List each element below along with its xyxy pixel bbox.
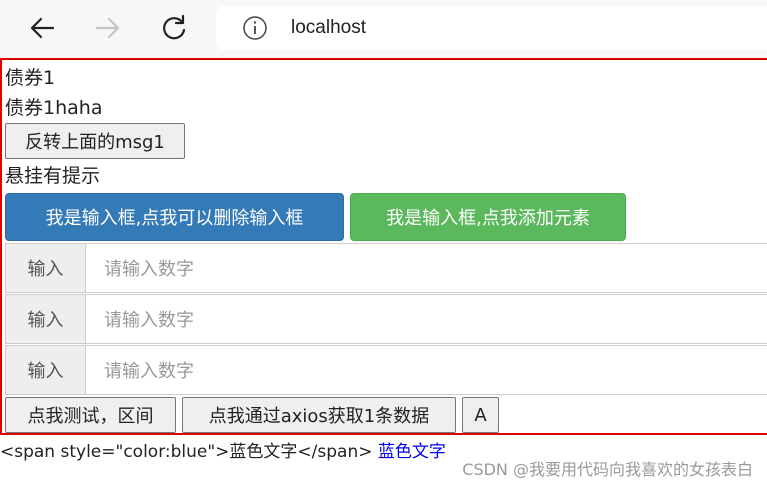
csdn-watermark: CSDN @我要用代码向我喜欢的女孩表白	[462, 460, 753, 479]
delete-input-button[interactable]: 我是输入框,点我可以删除输入框	[5, 193, 344, 241]
info-icon[interactable]	[242, 15, 268, 41]
reload-icon[interactable]	[158, 12, 190, 44]
raw-html-text: <span style="color:blue">蓝色文字</span>	[0, 442, 373, 462]
blue-text: 蓝色文字	[377, 442, 446, 462]
msg-haha-text: 债券1haha	[5, 97, 103, 119]
test-range-button[interactable]: 点我测试，区间	[5, 397, 176, 433]
input-addon: 输入	[5, 294, 85, 344]
url-text: localhost	[291, 17, 366, 38]
number-input[interactable]: 请输入数字	[85, 243, 767, 293]
back-arrow-icon[interactable]	[26, 12, 58, 44]
reverse-msg-button[interactable]: 反转上面的msg1	[5, 123, 185, 159]
input-group: 输入 请输入数字	[5, 294, 767, 344]
msg-text: 债券1	[5, 67, 56, 89]
input-group: 输入 请输入数字	[5, 243, 767, 293]
input-addon: 输入	[5, 243, 85, 293]
axios-fetch-button[interactable]: 点我通过axios获取1条数据	[182, 397, 456, 433]
add-element-button[interactable]: 我是输入框,点我添加元素	[350, 193, 626, 241]
browser-toolbar: localhost	[0, 0, 767, 58]
address-bar[interactable]: localhost	[216, 6, 767, 50]
number-input[interactable]: 请输入数字	[85, 294, 767, 344]
input-group: 输入 请输入数字	[5, 345, 767, 395]
forward-arrow-icon[interactable]	[92, 12, 124, 44]
app-container: 债券1 债券1haha 反转上面的msg1 悬挂有提示 我是输入框,点我可以删除…	[0, 58, 767, 435]
hover-hint-text: 悬挂有提示	[5, 165, 101, 187]
a-button[interactable]: A	[462, 397, 499, 433]
number-input[interactable]: 请输入数字	[85, 345, 767, 395]
footer-line: <span style="color:blue">蓝色文字</span> 蓝色文…	[0, 440, 446, 464]
input-addon: 输入	[5, 345, 85, 395]
